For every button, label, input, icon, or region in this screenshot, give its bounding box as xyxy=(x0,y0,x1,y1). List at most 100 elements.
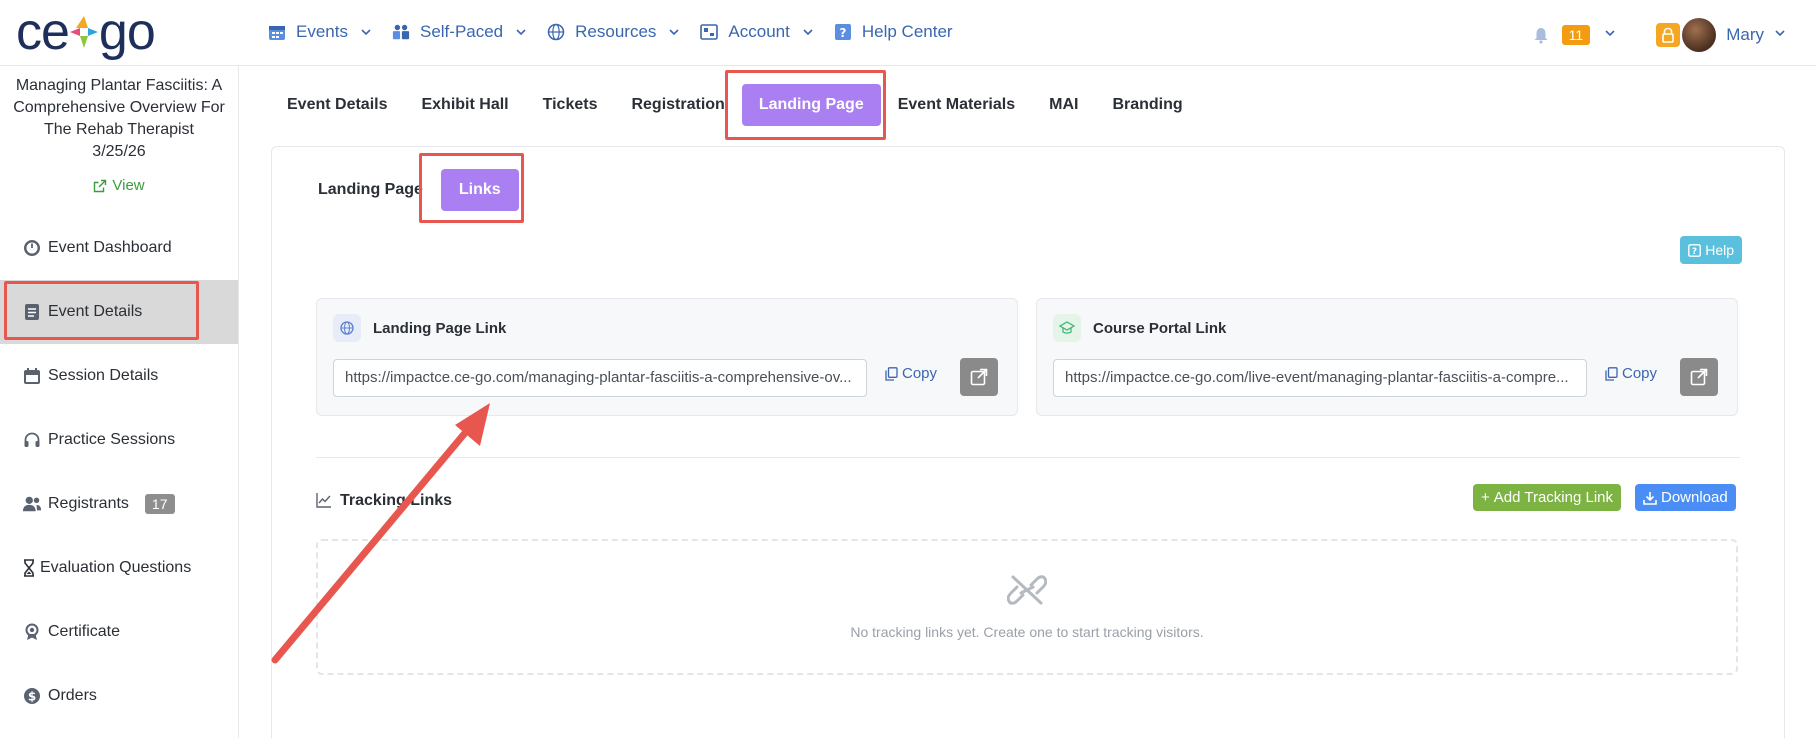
calendar-icon xyxy=(22,366,42,386)
add-tracking-link-button[interactable]: + Add Tracking Link xyxy=(1473,484,1621,511)
nav-self-paced-label: Self-Paced xyxy=(419,22,504,41)
sidebar-item-orders[interactable]: $ Orders xyxy=(0,664,238,728)
sidebar-item-evaluation-questions[interactable]: Evaluation Questions xyxy=(0,536,238,600)
nav-resources[interactable]: Resources xyxy=(547,18,680,46)
external-link-icon xyxy=(1690,368,1708,386)
tab-branding[interactable]: Branding xyxy=(1095,84,1199,126)
lock-icon[interactable] xyxy=(1656,23,1681,47)
nav-events[interactable]: Events xyxy=(268,18,372,46)
user-name[interactable]: Mary xyxy=(1726,25,1764,45)
sidebar-menu: Event Dashboard Event Details Session De… xyxy=(0,216,238,728)
globe-icon xyxy=(547,23,565,41)
copy-label: Copy xyxy=(902,365,938,382)
chevron-down-icon[interactable] xyxy=(1604,26,1616,44)
tracking-links-title: Tracking Links xyxy=(340,492,453,509)
course-portal-url-field[interactable]: https://impactce.ce-go.com/live-event/ma… xyxy=(1053,359,1587,397)
graduation-cap-icon xyxy=(1053,314,1081,342)
chevron-down-icon xyxy=(360,26,372,38)
subtab-links[interactable]: Links xyxy=(440,169,519,211)
add-tracking-link-label: Add Tracking Link xyxy=(1493,489,1613,506)
copy-icon xyxy=(885,366,898,381)
copy-landing-link-button[interactable]: Copy xyxy=(885,365,937,382)
bell-icon[interactable] xyxy=(1532,26,1550,44)
nav-help-center[interactable]: ? Help Center xyxy=(834,18,953,46)
logo-text-go: go xyxy=(98,3,156,61)
tab-mai[interactable]: MAI xyxy=(1032,84,1095,126)
download-button[interactable]: Download xyxy=(1635,484,1736,511)
headset-icon xyxy=(22,430,42,450)
event-title-line: The Rehab Therapist xyxy=(43,121,194,138)
account-icon xyxy=(700,23,719,41)
event-date: 3/25/26 xyxy=(92,143,146,160)
open-portal-link-button[interactable] xyxy=(1680,358,1718,396)
copy-label: Copy xyxy=(1622,365,1658,382)
portal-link-title: Course Portal Link xyxy=(1093,319,1227,337)
landing-subtabs: Landing Page Links xyxy=(300,169,519,211)
view-label: View xyxy=(112,177,145,194)
sidebar-item-event-details[interactable]: Event Details xyxy=(0,280,238,344)
external-link-icon xyxy=(970,368,988,386)
empty-state-text: No tracking links yet. Create one to sta… xyxy=(850,624,1204,640)
sidebar-item-label: Practice Sessions xyxy=(48,431,176,448)
landing-page-link-card: Landing Page Link https://impactce.ce-go… xyxy=(316,298,1018,416)
copy-icon xyxy=(1605,366,1618,381)
landing-page-url-field[interactable]: https://impactce.ce-go.com/managing-plan… xyxy=(333,359,867,397)
sidebar-item-practice-sessions[interactable]: Practice Sessions xyxy=(0,408,238,472)
registrants-count-badge: 17 xyxy=(144,494,175,514)
help-button[interactable]: ? Help xyxy=(1680,236,1742,264)
external-link-icon xyxy=(94,179,107,192)
sidebar-item-session-details[interactable]: Session Details xyxy=(0,344,238,408)
event-sidebar: Managing Plantar Fasciitis: A Comprehens… xyxy=(0,66,239,738)
tab-event-details[interactable]: Event Details xyxy=(270,84,404,126)
tab-landing-page[interactable]: Landing Page xyxy=(741,84,881,126)
tab-exhibit-hall[interactable]: Exhibit Hall xyxy=(404,84,525,126)
tab-tickets[interactable]: Tickets xyxy=(526,84,615,126)
calendar-icon xyxy=(268,23,286,41)
question-icon: ? xyxy=(834,23,852,41)
chevron-down-icon xyxy=(515,26,527,38)
sidebar-item-label: Event Dashboard xyxy=(48,239,172,256)
award-icon xyxy=(22,622,42,642)
user-area: 11 Mary xyxy=(1532,18,1786,52)
users-icon xyxy=(22,494,42,514)
notification-count-badge[interactable]: 11 xyxy=(1561,25,1591,45)
user-avatar[interactable] xyxy=(1682,18,1717,52)
sidebar-item-registrants[interactable]: Registrants 17 xyxy=(0,472,238,536)
event-title-line: Managing Plantar Fasciitis: A xyxy=(15,77,223,94)
svg-text:?: ? xyxy=(839,26,846,40)
view-event-link[interactable]: View xyxy=(0,177,238,194)
sidebar-item-certificate[interactable]: Certificate xyxy=(0,600,238,664)
details-icon xyxy=(22,302,42,322)
tab-event-materials[interactable]: Event Materials xyxy=(881,84,1032,126)
tracking-links-header: Tracking Links xyxy=(316,492,452,510)
tab-registration[interactable]: Registration xyxy=(614,84,741,126)
subtab-landing-page[interactable]: Landing Page xyxy=(300,169,441,211)
svg-text:$: $ xyxy=(28,690,36,704)
sidebar-item-label: Certificate xyxy=(48,623,121,640)
nav-account[interactable]: Account xyxy=(700,18,813,46)
logo-star-icon xyxy=(69,16,98,48)
svg-text:?: ? xyxy=(1692,247,1697,257)
chevron-down-icon[interactable] xyxy=(1774,26,1786,44)
cego-logo[interactable]: ce go xyxy=(16,3,156,61)
plus-icon: + xyxy=(1481,489,1490,506)
sidebar-item-label: Event Details xyxy=(48,303,143,320)
open-landing-link-button[interactable] xyxy=(960,358,998,396)
sidebar-item-label: Registrants xyxy=(48,495,129,512)
copy-portal-link-button[interactable]: Copy xyxy=(1605,365,1657,382)
tracking-links-empty-state: No tracking links yet. Create one to sta… xyxy=(316,539,1738,675)
download-icon xyxy=(1643,491,1657,505)
event-title-line: Comprehensive Overview For xyxy=(13,99,225,116)
main-nav: Events Self-Paced Resources Account ? He… xyxy=(268,18,973,46)
landing-page-panel: Landing Page Links ? Help Landing Page L… xyxy=(271,146,1785,738)
chevron-down-icon xyxy=(668,26,680,38)
chevron-down-icon xyxy=(802,26,814,38)
sidebar-item-event-dashboard[interactable]: Event Dashboard xyxy=(0,216,238,280)
dashboard-icon xyxy=(22,238,42,258)
nav-self-paced[interactable]: Self-Paced xyxy=(392,18,527,46)
users-icon xyxy=(392,23,410,41)
nav-help-center-label: Help Center xyxy=(861,22,953,41)
sidebar-item-label: Session Details xyxy=(48,367,159,384)
event-title: Managing Plantar Fasciitis: A Comprehens… xyxy=(0,66,238,163)
question-icon: ? xyxy=(1688,243,1702,257)
